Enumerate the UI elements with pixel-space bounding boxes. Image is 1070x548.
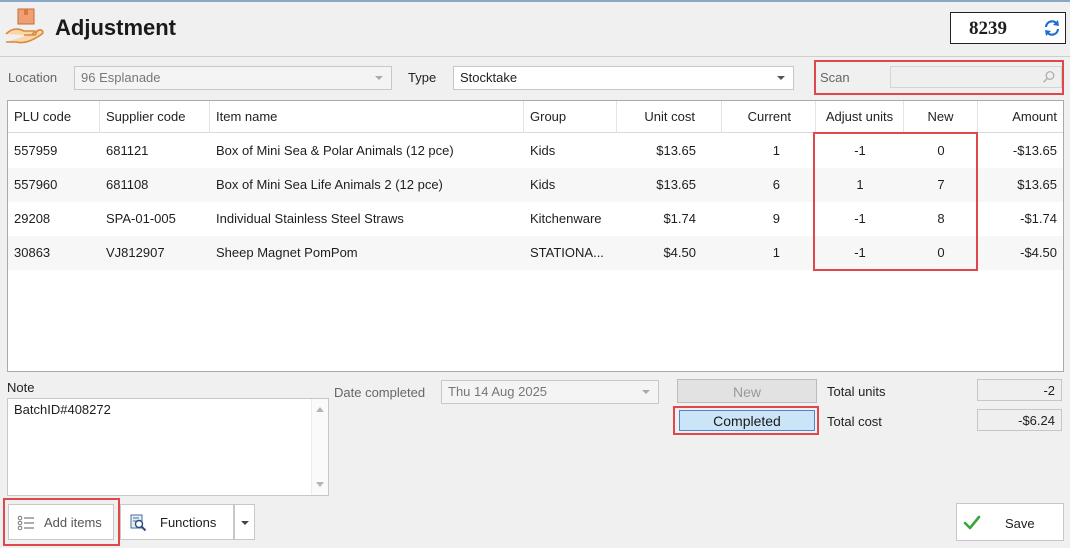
status-new-button[interactable]: New <box>677 379 817 403</box>
document-number-box: 8239 <box>950 12 1066 44</box>
cell-plu: 557960 <box>14 177 58 192</box>
hand-box-icon <box>5 8 44 44</box>
cell-supplier: 681108 <box>106 177 149 192</box>
total-units-value: -2 <box>977 379 1062 401</box>
table-row[interactable]: 557959 681121 Box of Mini Sea & Polar An… <box>8 134 1063 168</box>
save-label: Save <box>1005 516 1035 531</box>
cell-unit-cost: $1.74 <box>663 211 696 226</box>
note-text: BatchID#408272 <box>14 402 111 417</box>
cell-unit-cost: $13.65 <box>656 177 696 192</box>
scan-label: Scan <box>820 70 850 85</box>
functions-label: Functions <box>160 515 217 530</box>
items-grid[interactable]: PLU code Supplier code Item name Group U… <box>7 100 1064 372</box>
table-row[interactable]: 29208 SPA-01-005 Individual Stainless St… <box>8 202 1063 236</box>
total-units-label: Total units <box>827 384 886 399</box>
total-cost-label: Total cost <box>827 414 882 429</box>
cell-amount: -$1.74 <box>1020 211 1057 226</box>
page-title: Adjustment <box>55 15 176 40</box>
cell-new[interactable]: 8 <box>904 202 978 236</box>
col-current[interactable]: Current <box>722 101 816 133</box>
cell-amount: $13.65 <box>1017 177 1057 192</box>
cell-amount: -$13.65 <box>1012 143 1057 158</box>
type-value: Stocktake <box>460 70 518 85</box>
total-cost-value: -$6.24 <box>977 409 1062 431</box>
chevron-down-icon <box>642 390 650 394</box>
status-completed-button[interactable]: Completed <box>679 410 815 431</box>
document-number: 8239 <box>969 18 1007 39</box>
cell-current: 6 <box>772 177 780 192</box>
location-value: 96 Esplanade <box>81 70 161 85</box>
col-adjust-units[interactable]: Adjust units <box>816 101 904 133</box>
table-row[interactable]: 557960 681108 Box of Mini Sea Life Anima… <box>8 168 1063 202</box>
cell-group: Kids <box>530 177 556 192</box>
cell-group: STATIONA... <box>530 245 604 260</box>
cell-unit-cost: $13.65 <box>656 143 696 158</box>
location-label: Location <box>8 70 58 85</box>
grid-header: PLU code Supplier code Item name Group U… <box>8 101 1063 133</box>
date-completed-picker[interactable]: Thu 14 Aug 2025 <box>441 380 659 404</box>
cell-unit-cost: $4.50 <box>663 245 696 260</box>
col-new[interactable]: New <box>904 101 978 133</box>
cell-supplier: 681121 <box>106 143 149 158</box>
add-items-button[interactable]: Add items <box>8 504 114 540</box>
cell-item-name: Box of Mini Sea & Polar Animals (12 pce) <box>216 143 454 158</box>
cell-supplier: VJ812907 <box>106 245 165 260</box>
chevron-down-icon <box>241 521 249 525</box>
cell-current: 9 <box>772 211 780 226</box>
cell-item-name: Individual Stainless Steel Straws <box>216 211 404 226</box>
cell-item-name: Box of Mini Sea Life Animals 2 (12 pce) <box>216 177 443 192</box>
date-completed-label: Date completed <box>334 385 426 400</box>
col-group[interactable]: Group <box>524 101 617 133</box>
magnifier-document-icon <box>130 514 147 532</box>
scan-input[interactable] <box>890 66 1062 88</box>
cell-adjust[interactable]: -1 <box>816 202 904 236</box>
cell-adjust[interactable]: 1 <box>816 168 904 202</box>
scroll-up-icon[interactable] <box>316 407 324 412</box>
functions-dropdown-button[interactable] <box>234 504 255 540</box>
cell-plu: 30863 <box>14 245 51 260</box>
col-plu-code[interactable]: PLU code <box>8 101 100 133</box>
cell-current: 1 <box>772 245 780 260</box>
type-label: Type <box>408 70 437 85</box>
checkmark-icon <box>963 515 981 530</box>
note-label: Note <box>7 380 35 395</box>
search-icon <box>1042 71 1055 83</box>
col-amount[interactable]: Amount <box>978 101 1065 133</box>
cell-item-name: Sheep Magnet PomPom <box>216 245 358 260</box>
cell-group: Kids <box>530 143 556 158</box>
chevron-down-icon <box>375 76 383 80</box>
cell-new[interactable]: 0 <box>904 236 978 270</box>
list-icon <box>17 515 34 531</box>
cell-amount: -$4.50 <box>1020 245 1057 260</box>
location-select[interactable]: 96 Esplanade <box>74 66 392 90</box>
scroll-down-icon[interactable] <box>316 482 324 487</box>
functions-button[interactable]: Functions <box>120 504 234 540</box>
header-divider <box>0 56 1070 57</box>
cell-plu: 29208 <box>14 211 51 226</box>
cell-adjust[interactable]: -1 <box>816 236 904 270</box>
cell-new[interactable]: 0 <box>904 134 978 168</box>
note-scrollbar[interactable] <box>311 399 328 495</box>
table-row[interactable]: 30863 VJ812907 Sheep Magnet PomPom STATI… <box>8 236 1063 270</box>
cell-group: Kitchenware <box>530 211 602 226</box>
save-button[interactable]: Save <box>956 503 1064 541</box>
type-select[interactable]: Stocktake <box>453 66 794 90</box>
col-supplier-code[interactable]: Supplier code <box>100 101 210 133</box>
refresh-icon[interactable] <box>1043 19 1061 37</box>
cell-current: 1 <box>772 143 780 158</box>
window-top-border <box>0 0 1070 2</box>
col-item-name[interactable]: Item name <box>210 101 524 133</box>
cell-new[interactable]: 7 <box>904 168 978 202</box>
cell-adjust[interactable]: -1 <box>816 134 904 168</box>
date-completed-value: Thu 14 Aug 2025 <box>448 384 548 399</box>
add-items-label: Add items <box>44 515 102 530</box>
cell-plu: 557959 <box>14 143 58 158</box>
chevron-down-icon <box>777 76 785 80</box>
cell-supplier: SPA-01-005 <box>106 211 176 226</box>
note-textarea[interactable]: BatchID#408272 <box>7 398 329 496</box>
col-unit-cost[interactable]: Unit cost <box>617 101 722 133</box>
